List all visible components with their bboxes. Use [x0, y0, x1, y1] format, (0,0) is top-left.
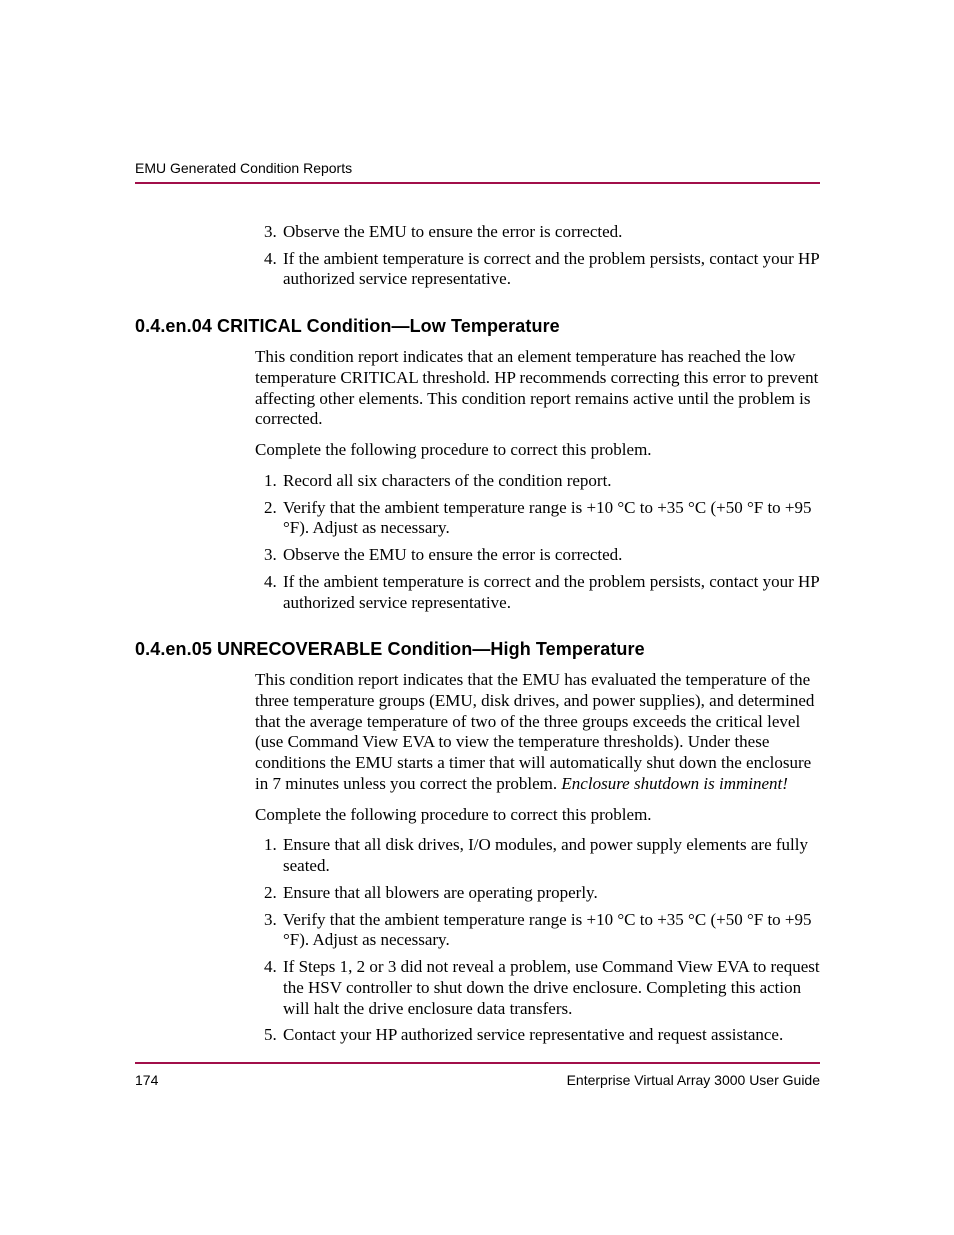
- body-paragraph: This condition report indicates that an …: [255, 347, 820, 430]
- list-item: If Steps 1, 2 or 3 did not reveal a prob…: [281, 957, 820, 1019]
- list-item: Ensure that all disk drives, I/O modules…: [281, 835, 820, 876]
- continued-list-block: Observe the EMU to ensure the error is c…: [255, 222, 820, 290]
- list-item: Observe the EMU to ensure the error is c…: [281, 222, 820, 243]
- body-paragraph: Complete the following procedure to corr…: [255, 805, 820, 826]
- header-rule: [135, 182, 820, 184]
- body-paragraph: This condition report indicates that the…: [255, 670, 820, 794]
- procedure-list: Record all six characters of the conditi…: [255, 471, 820, 613]
- section-body: This condition report indicates that an …: [255, 347, 820, 613]
- list-item: Verify that the ambient temperature rang…: [281, 498, 820, 539]
- list-item: If the ambient temperature is correct an…: [281, 572, 820, 613]
- page-content: EMU Generated Condition Reports Observe …: [135, 160, 820, 1052]
- page-number: 174: [135, 1072, 158, 1088]
- list-item: Contact your HP authorized service repre…: [281, 1025, 820, 1046]
- continued-list: Observe the EMU to ensure the error is c…: [255, 222, 820, 290]
- emphasis-text: Enclosure shutdown is imminent!: [561, 774, 788, 793]
- list-item: Observe the EMU to ensure the error is c…: [281, 545, 820, 566]
- section-body: This condition report indicates that the…: [255, 670, 820, 1046]
- footer-rule: [135, 1062, 820, 1064]
- section-heading: 0.4.en.05 UNRECOVERABLE Condition—High T…: [135, 639, 820, 660]
- page-footer: 174 Enterprise Virtual Array 3000 User G…: [135, 1062, 820, 1088]
- running-head: EMU Generated Condition Reports: [135, 160, 820, 176]
- footer-line: 174 Enterprise Virtual Array 3000 User G…: [135, 1072, 820, 1088]
- section-heading: 0.4.en.04 CRITICAL Condition—Low Tempera…: [135, 316, 820, 337]
- doc-title: Enterprise Virtual Array 3000 User Guide: [567, 1072, 820, 1088]
- body-paragraph: Complete the following procedure to corr…: [255, 440, 820, 461]
- list-item: Verify that the ambient temperature rang…: [281, 910, 820, 951]
- list-item: If the ambient temperature is correct an…: [281, 249, 820, 290]
- list-item: Record all six characters of the conditi…: [281, 471, 820, 492]
- list-item: Ensure that all blowers are operating pr…: [281, 883, 820, 904]
- procedure-list: Ensure that all disk drives, I/O modules…: [255, 835, 820, 1046]
